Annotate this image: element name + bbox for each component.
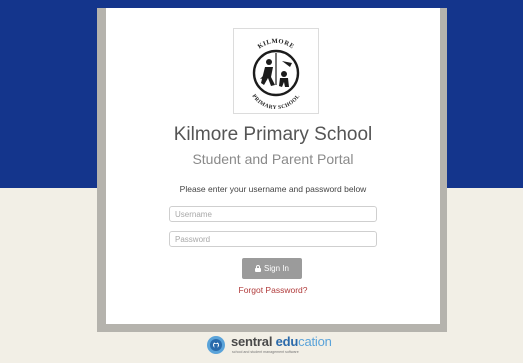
school-logo: KILMORE PRIMARY SCHOOL — [233, 28, 319, 114]
sign-in-label: Sign In — [264, 264, 289, 273]
login-card: KILMORE PRIMARY SCHOOL Kilmore Primary S… — [106, 8, 440, 324]
forgot-password-link[interactable]: Forgot Password? — [106, 285, 440, 295]
footer-branding: sentral education school and student man… — [205, 333, 345, 359]
login-instructions: Please enter your username and password … — [179, 184, 367, 194]
sentral-emblem-icon — [207, 336, 225, 354]
school-name: Kilmore Primary School — [173, 124, 373, 145]
sign-in-button[interactable]: Sign In — [242, 258, 302, 279]
password-input[interactable] — [169, 231, 377, 247]
login-page: KILMORE PRIMARY SCHOOL Kilmore Primary S… — [0, 0, 523, 363]
brand-word-cation: cation — [298, 334, 332, 349]
lock-icon — [255, 265, 262, 272]
svg-text:KILMORE: KILMORE — [257, 38, 296, 51]
brand-word-sentral: sentral — [231, 334, 276, 349]
school-crest-icon: KILMORE PRIMARY SCHOOL — [251, 38, 302, 111]
footer-brand-text: sentral education — [231, 334, 332, 349]
portal-title: Student and Parent Portal — [192, 151, 354, 167]
brand-word-edu: edu — [275, 334, 299, 349]
footer-tagline: school and student management software — [232, 350, 299, 354]
username-input[interactable] — [169, 206, 377, 222]
